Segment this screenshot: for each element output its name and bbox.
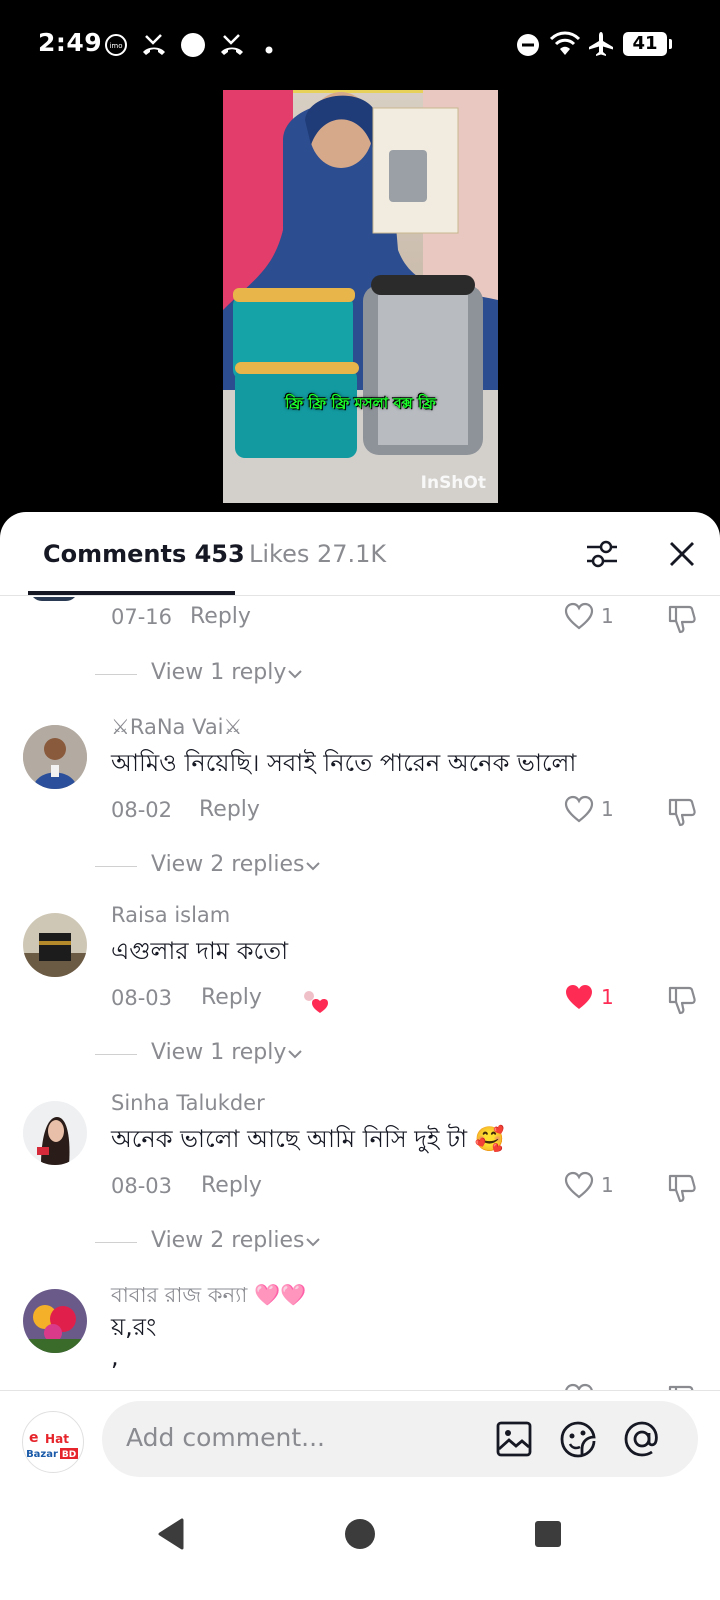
avatar[interactable] <box>30 597 78 601</box>
missed-call-icon <box>140 32 168 62</box>
video-watermark: InShOt <box>420 473 486 493</box>
emoji-sticker-icon[interactable] <box>558 1419 598 1459</box>
battery-icon: 41 <box>623 32 672 56</box>
chevron-down-icon <box>288 670 302 679</box>
like-button[interactable]: 1 <box>564 1171 624 1203</box>
video-caption: ফ্রি ফ্রি ফ্রি মসলা বক্স ফ্রি <box>285 394 436 412</box>
divider <box>95 1242 137 1243</box>
comment-username[interactable]: ⚔RaNa Vai⚔ <box>111 715 242 739</box>
dot-icon <box>264 40 274 59</box>
like-count: 1 <box>601 985 614 1009</box>
like-button[interactable] <box>564 1383 624 1390</box>
like-button[interactable]: 1 <box>564 602 624 634</box>
comment-date: 08-02 <box>111 798 173 822</box>
wifi-icon <box>549 31 581 61</box>
comment-input-placeholder: Add comment... <box>126 1423 325 1452</box>
divider <box>95 674 137 675</box>
avatar[interactable] <box>23 1101 87 1165</box>
comment-username[interactable]: Sinha Talukder <box>111 1091 265 1115</box>
avatar[interactable] <box>23 725 87 789</box>
comment-meta: 07-16 <box>111 605 172 629</box>
creator-liked-badge <box>302 989 332 1015</box>
mention-icon[interactable] <box>622 1419 662 1459</box>
comments-list[interactable]: 07-16 Reply 1 View 1 reply ⚔RaNa Vai⚔ আম… <box>0 597 720 1390</box>
missed-call-icon <box>218 32 246 62</box>
comment-input[interactable]: Add comment... <box>102 1401 698 1477</box>
avatar[interactable] <box>23 913 87 977</box>
dislike-icon[interactable] <box>666 796 698 828</box>
close-icon[interactable] <box>664 536 700 572</box>
video-scene-image <box>223 90 498 503</box>
comment-date: 08-03 <box>111 986 173 1010</box>
view-replies-label: View 1 reply <box>151 1040 287 1065</box>
divider <box>95 1054 137 1055</box>
like-count: 1 <box>601 604 614 628</box>
dislike-icon[interactable] <box>666 1383 698 1390</box>
comment-meta: 08-02 <box>111 798 172 822</box>
like-button[interactable]: 1 <box>564 795 624 827</box>
heart-icon <box>564 1171 594 1199</box>
recents-icon[interactable] <box>528 1514 568 1554</box>
reply-button[interactable]: Reply <box>201 1173 262 1198</box>
system-nav-bar <box>0 1490 720 1600</box>
comment-meta: 08-03 <box>111 1174 172 1198</box>
reply-button[interactable]: Reply <box>201 985 262 1010</box>
status-bar: 2:49 imo 41 <box>0 0 720 90</box>
tab-active-indicator <box>28 591 235 595</box>
comment-text-line2: , <box>111 1343 119 1371</box>
tab-likes[interactable]: Likes 27.1K <box>249 540 386 568</box>
divider <box>95 866 137 867</box>
my-avatar-line1: Hat <box>45 1432 69 1446</box>
chevron-down-icon <box>306 1238 320 1247</box>
circle-icon <box>180 32 206 62</box>
view-replies-label: View 1 reply <box>151 660 287 685</box>
dislike-icon[interactable] <box>666 984 698 1016</box>
like-count: 1 <box>601 1173 614 1197</box>
chevron-down-icon <box>306 862 320 871</box>
avatar[interactable] <box>23 1289 87 1353</box>
like-button[interactable]: 1 <box>564 983 624 1015</box>
image-icon[interactable] <box>494 1419 534 1459</box>
comment-text: এগুলার দাম কতো <box>111 937 289 965</box>
dislike-icon[interactable] <box>666 1172 698 1204</box>
sheet-header: Comments 453 Likes 27.1K <box>0 512 720 596</box>
imo-icon: imo <box>104 33 128 61</box>
status-time: 2:49 <box>38 28 103 57</box>
svg-text:e: e <box>29 1430 39 1446</box>
view-replies-label: View 2 replies <box>151 1228 305 1253</box>
tab-comments[interactable]: Comments 453 <box>43 540 245 568</box>
my-avatar[interactable]: e Hat Bazar BD <box>22 1411 84 1473</box>
reply-button[interactable]: Reply <box>190 604 251 629</box>
filter-icon[interactable] <box>584 536 620 572</box>
my-avatar-badge: BD <box>62 1450 76 1460</box>
back-icon[interactable] <box>152 1514 192 1554</box>
dislike-icon[interactable] <box>666 603 698 635</box>
like-count: 1 <box>601 797 614 821</box>
chevron-down-icon <box>288 1050 302 1059</box>
my-avatar-line2: Bazar <box>26 1449 58 1460</box>
home-icon[interactable] <box>340 1514 380 1554</box>
heart-icon <box>565 1383 593 1390</box>
heart-filled-icon <box>566 985 592 1009</box>
heart-icon <box>564 795 594 823</box>
comment-username[interactable]: Raisa islam <box>111 903 230 927</box>
video-thumbnail[interactable]: ফ্রি ফ্রি ফ্রি মসলা বক্স ফ্রি InShOt <box>223 90 498 503</box>
view-replies-label: View 2 replies <box>151 852 305 877</box>
reply-button[interactable]: Reply <box>199 797 260 822</box>
comment-date: 08-03 <box>111 1174 173 1198</box>
comment-text: অনেক ভালো আছে আমি নিসি দুই টা 🥰 <box>111 1125 505 1153</box>
airplane-icon <box>588 31 614 61</box>
comment-meta: 08-03 <box>111 986 172 1010</box>
heart-icon <box>564 602 594 630</box>
svg-text:imo: imo <box>109 42 122 50</box>
comment-input-bar: e Hat Bazar BD Add comment... <box>0 1390 720 1490</box>
comment-date: 07-16 <box>111 605 173 629</box>
comment-text: আমিও নিয়েছি। সবাই নিতে পারেন অনেক ভালো <box>111 749 577 777</box>
dnd-icon <box>516 33 540 61</box>
video-player[interactable]: ফ্রি ফ্রি ফ্রি মসলা বক্স ফ্রি InShOt <box>0 90 720 520</box>
